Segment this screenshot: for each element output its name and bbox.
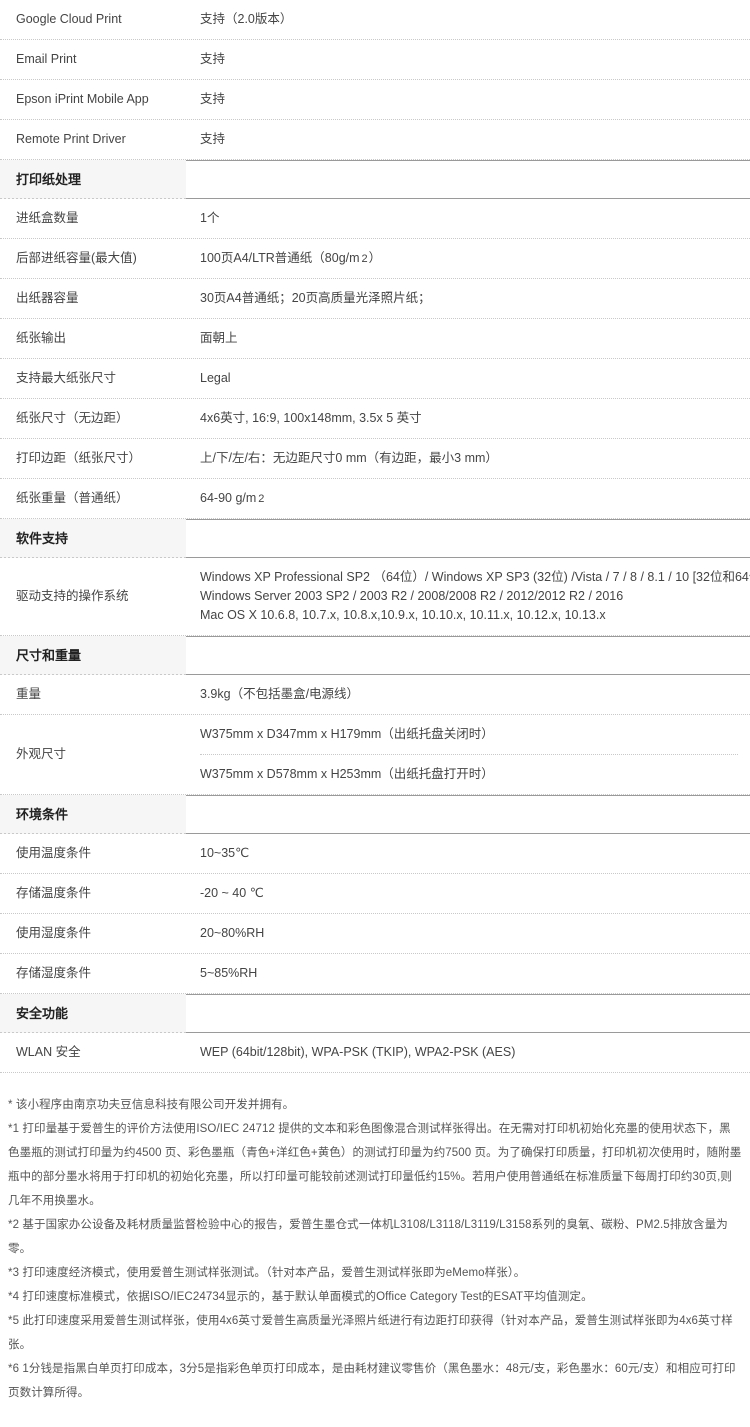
spec-value-text: 64-90 g/m <box>200 491 257 505</box>
spec-label: 使用湿度条件 <box>16 926 92 940</box>
spec-row: Epson iPrint Mobile App 支持 <box>0 80 750 120</box>
footnote: * 该小程序由南京功夫豆信息科技有限公司开发并拥有。 <box>8 1099 295 1111</box>
spec-section-header: 尺寸和重量 <box>0 636 750 675</box>
spec-value: 5~85%RH <box>200 966 258 980</box>
spec-row: WLAN 安全 WEP (64bit/128bit), WPA-PSK (TKIP… <box>0 1033 750 1073</box>
spec-label: 进纸盒数量 <box>16 211 79 225</box>
spec-label: 后部进纸容量(最大值) <box>16 251 137 265</box>
spec-value <box>186 994 750 1033</box>
spec-value: Windows XP Professional SP2 （64位）/ Windo… <box>186 558 750 635</box>
spec-value: 100页A4/LTR普通纸（80g/m 2） <box>200 251 382 265</box>
spec-value: 上/下/左/右：无边距尺寸0 mm（有边距，最小3 mm） <box>200 451 498 465</box>
spec-row: Email Print 支持 <box>0 40 750 80</box>
spec-label: Email Print <box>16 52 77 66</box>
spec-label: 支持最大纸张尺寸 <box>16 371 117 385</box>
spec-subvalue: W375mm x D347mm x H179mm（出纸托盘关闭时） <box>200 727 494 741</box>
spec-label: 打印边距（纸张尺寸） <box>16 451 142 465</box>
spec-section-header: 软件支持 <box>0 519 750 558</box>
spec-value-tail: ） <box>368 251 382 265</box>
footnote: *6 1分钱是指黑白单页打印成本，3分5是指彩色单页打印成本，是由耗材建议零售价… <box>8 1363 736 1399</box>
spec-section-title: 安全功能 <box>0 994 186 1033</box>
footnote: *2 基于国家办公设备及耗材质量监督检验中心的报告，爱普生墨仓式一体机L3108… <box>8 1219 728 1255</box>
specification-sheet: Google Cloud Print 支持（2.0版本） Email Print 支持… <box>0 0 750 1427</box>
spec-value: 30页A4普通纸；20页高质量光泽照片纸； <box>200 291 431 305</box>
spec-row: 重量 3.9kg（不包括墨盒/电源线） <box>0 675 750 715</box>
spec-subvalue: W375mm x D578mm x H253mm（出纸托盘打开时） <box>200 754 738 794</box>
spec-row: 纸张尺寸（无边距） 4x6英寸, 16:9, 100x148mm, 3.5x 5 … <box>0 399 750 439</box>
spec-label: 使用温度条件 <box>16 846 92 860</box>
spec-value: 1个 <box>200 211 220 225</box>
spec-label: WLAN 安全 <box>16 1045 81 1059</box>
spec-section-title: 软件支持 <box>0 519 186 558</box>
spec-row: 支持最大纸张尺寸 Legal <box>0 359 750 399</box>
spec-section-title: 尺寸和重量 <box>0 636 186 675</box>
spec-row: 存储温度条件 -20 ~ 40 ℃ <box>0 874 750 914</box>
spec-row: 后部进纸容量(最大值) 100页A4/LTR普通纸（80g/m 2） <box>0 239 750 279</box>
spec-value-line: Windows XP Professional SP2 （64位）/ Windo… <box>200 570 750 584</box>
spec-row: Remote Print Driver 支持 <box>0 120 750 160</box>
spec-label: 外观尺寸 <box>16 747 67 761</box>
spec-value-line: Mac OS X 10.6.8, 10.7.x, 10.8.x,10.9.x, … <box>200 608 606 622</box>
spec-value: 支持 <box>200 132 226 146</box>
spec-row: 进纸盒数量 1个 <box>0 199 750 239</box>
spec-label: 重量 <box>16 687 42 701</box>
spec-section-title: 环境条件 <box>0 795 186 834</box>
spec-value: 支持（2.0版本） <box>200 12 293 26</box>
spec-label: 纸张输出 <box>16 331 67 345</box>
spec-section-header: 安全功能 <box>0 994 750 1033</box>
spec-value <box>186 160 750 199</box>
spec-value <box>186 636 750 675</box>
spec-value: Legal <box>200 371 231 385</box>
spec-label: 存储温度条件 <box>16 886 92 900</box>
spec-value: 支持 <box>200 92 226 106</box>
spec-label: 出纸器容量 <box>16 291 79 305</box>
spec-value: 64-90 g/m 2 <box>200 491 265 505</box>
spec-value <box>186 519 750 558</box>
spec-row: 使用温度条件 10~35℃ <box>0 834 750 874</box>
spec-row: 纸张输出 面朝上 <box>0 319 750 359</box>
footnotes-section: * 该小程序由南京功夫豆信息科技有限公司开发并拥有。 *1 打印量基于爱普生的评价… <box>0 1073 750 1427</box>
spec-label: Remote Print Driver <box>16 132 126 146</box>
spec-value: 20~80%RH <box>200 926 265 940</box>
spec-label: 纸张尺寸（无边距） <box>16 411 129 425</box>
spec-value: W375mm x D347mm x H179mm（出纸托盘关闭时） W375mm … <box>186 715 750 794</box>
spec-label: Epson iPrint Mobile App <box>16 92 149 106</box>
spec-label: 纸张重量（普通纸） <box>16 491 129 505</box>
spec-row: 纸张重量（普通纸） 64-90 g/m 2 <box>0 479 750 519</box>
spec-row: 驱动支持的操作系统 Windows XP Professional SP2 （64… <box>0 558 750 636</box>
footnote: *1 打印量基于爱普生的评价方法使用ISO/IEC 24712 提供的文本和彩色… <box>8 1123 742 1207</box>
spec-value: 面朝上 <box>200 331 238 345</box>
spec-value-text: 100页A4/LTR普通纸（80g/m <box>200 251 360 265</box>
spec-value: 3.9kg（不包括墨盒/电源线） <box>200 687 360 701</box>
footnote: *4 打印速度标准模式，依据ISO/IEC24734显示的，基于默认单面模式的O… <box>8 1291 593 1303</box>
spec-value: 10~35℃ <box>200 846 250 860</box>
spec-section-title: 打印纸处理 <box>0 160 186 199</box>
spec-section-header: 环境条件 <box>0 795 750 834</box>
spec-section-header: 打印纸处理 <box>0 160 750 199</box>
spec-row: 打印边距（纸张尺寸） 上/下/左/右：无边距尺寸0 mm（有边距，最小3 mm） <box>0 439 750 479</box>
spec-row: 外观尺寸 W375mm x D347mm x H179mm（出纸托盘关闭时） W37… <box>0 715 750 795</box>
spec-row: 使用湿度条件 20~80%RH <box>0 914 750 954</box>
spec-row: 出纸器容量 30页A4普通纸；20页高质量光泽照片纸； <box>0 279 750 319</box>
spec-label: Google Cloud Print <box>16 12 122 26</box>
spec-value: WEP (64bit/128bit), WPA-PSK (TKIP), WPA2… <box>200 1045 516 1059</box>
spec-label: 存储湿度条件 <box>16 966 92 980</box>
spec-label: 驱动支持的操作系统 <box>16 589 129 603</box>
spec-row: 存储湿度条件 5~85%RH <box>0 954 750 994</box>
spec-row: Google Cloud Print 支持（2.0版本） <box>0 0 750 40</box>
spec-value: -20 ~ 40 ℃ <box>200 886 264 900</box>
spec-value <box>186 795 750 834</box>
specification-table: Google Cloud Print 支持（2.0版本） Email Print 支持… <box>0 0 750 1073</box>
spec-value: 4x6英寸, 16:9, 100x148mm, 3.5x 5 英寸 <box>200 411 422 425</box>
spec-value: 支持 <box>200 52 226 66</box>
footnote: *5 此打印速度采用爱普生测试样张，使用4x6英寸爱普生高质量光泽照片纸进行有边… <box>8 1315 733 1351</box>
footnote: *3 打印速度经济模式，使用爱普生测试样张测试。（针对本产品，爱普生测试样张即为… <box>8 1267 526 1279</box>
spec-value-line: Windows Server 2003 SP2 / 2003 R2 / 2008… <box>200 589 624 603</box>
